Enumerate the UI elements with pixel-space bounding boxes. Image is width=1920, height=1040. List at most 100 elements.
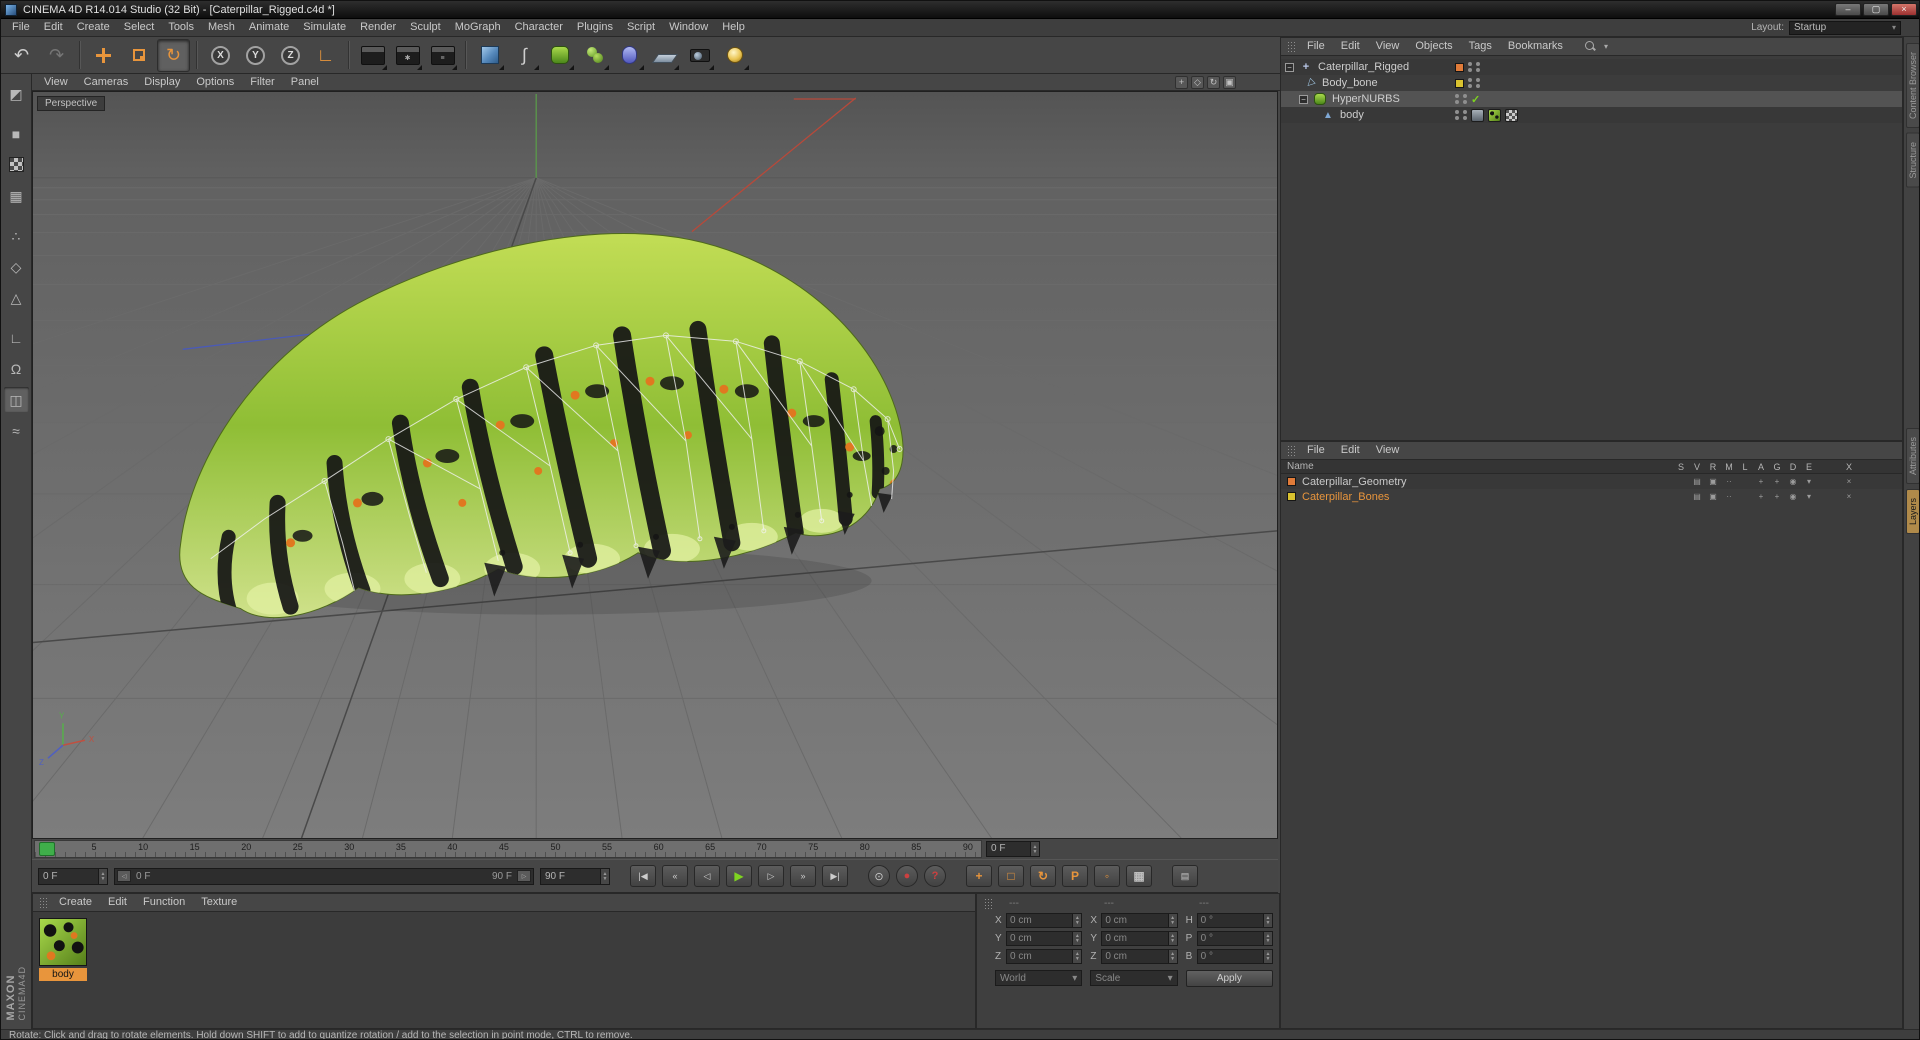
menu-item[interactable]: Tools — [161, 19, 201, 36]
record-scale-toggle[interactable]: □ — [998, 865, 1024, 887]
menu-item[interactable]: Select — [117, 19, 162, 36]
object-manager-menu-item[interactable]: Tags — [1461, 38, 1500, 55]
coordinate-stepper[interactable]: ▲ ▼ — [1263, 932, 1272, 945]
coordinate-stepper[interactable]: ▲ ▼ — [1167, 950, 1177, 963]
rotate-view-icon[interactable]: ↻ — [1207, 75, 1220, 89]
viewport-canvas[interactable]: Y X Z Perspective — [32, 91, 1278, 839]
menu-item[interactable]: Sculpt — [403, 19, 448, 36]
uvw-tag-icon[interactable] — [1505, 108, 1518, 122]
keyframe-selection-button[interactable]: ▦ — [1126, 865, 1152, 887]
menu-item[interactable]: Simulate — [296, 19, 353, 36]
menu-item[interactable]: Character — [508, 19, 570, 36]
lock-z-axis-button[interactable]: Z — [274, 39, 307, 72]
editor-visibility-dots[interactable] — [1455, 94, 1459, 104]
coordinate-input[interactable]: 0 cm ▲ ▼ — [1101, 949, 1178, 964]
layer-toggle-icon[interactable]: ▾ — [1801, 492, 1817, 501]
layer-manager-menu-item[interactable]: Edit — [1333, 442, 1368, 459]
autokey-button[interactable]: ● — [896, 865, 918, 887]
menu-item[interactable]: File — [5, 19, 37, 36]
object-manager-menu-item[interactable]: Objects — [1407, 38, 1460, 55]
menu-item[interactable]: Animate — [242, 19, 296, 36]
weight-tag-icon[interactable] — [1471, 108, 1484, 122]
render-view-button[interactable] — [356, 39, 389, 72]
panel-drag-handle[interactable] — [39, 897, 48, 908]
view-label[interactable]: Perspective — [37, 96, 106, 111]
render-queue-button[interactable]: ≡ — [426, 39, 459, 72]
menu-item[interactable]: Plugins — [570, 19, 620, 36]
record-keyframe-button[interactable]: ⊙ — [868, 865, 890, 887]
material-name-label[interactable]: body — [39, 968, 87, 981]
coordinate-stepper[interactable]: ▲ ▼ — [1072, 932, 1082, 945]
viewport-menu-item[interactable]: View — [36, 74, 76, 90]
current-frame-marker[interactable] — [39, 842, 55, 856]
zoom-view-icon[interactable]: ◇ — [1191, 75, 1204, 89]
layer-toggle-icon[interactable]: ▤ — [1689, 492, 1705, 501]
layout-dropdown[interactable]: Startup ▾ — [1789, 20, 1901, 35]
enabled-check-icon[interactable]: ✓ — [1471, 93, 1480, 106]
editor-visibility-dots[interactable] — [1468, 62, 1472, 72]
enable-snap-button[interactable]: Ω — [4, 356, 29, 381]
points-mode-button[interactable]: ∴ — [4, 223, 29, 248]
layer-toggle-icon[interactable]: + — [1769, 492, 1785, 501]
menu-item[interactable]: Window — [662, 19, 715, 36]
record-rotation-toggle[interactable]: ↻ — [1030, 865, 1056, 887]
add-cube-button[interactable] — [473, 39, 506, 72]
coordinate-stepper[interactable]: ▲ ▼ — [1072, 914, 1082, 927]
undo-button[interactable]: ↶ — [5, 39, 38, 72]
layer-toggle-icon[interactable]: ▤ — [1689, 477, 1705, 486]
viewport-menu-item[interactable]: Options — [188, 74, 242, 90]
render-visibility-dots[interactable] — [1463, 110, 1467, 120]
coordinate-input[interactable]: 0 cm ▲ ▼ — [1101, 931, 1178, 946]
add-camera-button[interactable] — [683, 39, 716, 72]
current-frame-field[interactable]: 0 F ▲ ▼ — [986, 841, 1040, 857]
material-menu-item[interactable]: Edit — [100, 894, 135, 911]
material-menu-item[interactable]: Function — [135, 894, 193, 911]
layer-row-caterpillar-bones[interactable]: Caterpillar_Bones ▤ ▣ ·· + + ◉ ▾ × — [1281, 489, 1902, 504]
add-light-button[interactable] — [718, 39, 751, 72]
model-mode-button[interactable]: ■ — [4, 121, 29, 146]
coordinate-input[interactable]: 0 ° ▲ ▼ — [1196, 931, 1273, 946]
layer-color-chip[interactable] — [1455, 62, 1464, 72]
viewport-menu-item[interactable]: Display — [136, 74, 188, 90]
coordinate-system-button[interactable]: ∟ — [309, 39, 342, 72]
scale-tool-button[interactable] — [122, 39, 155, 72]
object-row-caterpillar-rigged[interactable]: − + Caterpillar_Rigged — [1281, 59, 1902, 75]
coordinate-stepper[interactable]: ▲ ▼ — [1072, 950, 1082, 963]
end-frame-field[interactable]: 90 F ▲ ▼ — [540, 867, 610, 885]
material-thumbnail-body[interactable] — [39, 918, 87, 966]
search-icon[interactable] — [1584, 41, 1596, 52]
object-row-body-bone[interactable]: ◁ Body_bone — [1281, 75, 1902, 91]
panel-drag-handle[interactable] — [1287, 41, 1296, 52]
redo-button[interactable]: ↷ — [40, 39, 73, 72]
object-manager-menu-item[interactable]: Bookmarks — [1500, 38, 1571, 55]
layer-row-caterpillar-geometry[interactable]: Caterpillar_Geometry ▤ ▣ ·· + + ◉ ▾ × — [1281, 474, 1902, 489]
toggle-view-icon[interactable]: ▣ — [1223, 75, 1236, 89]
layer-toggle-icon[interactable]: × — [1841, 492, 1857, 501]
layer-toggle-icon[interactable]: ▣ — [1705, 477, 1721, 486]
minimize-button[interactable]: – — [1835, 3, 1861, 16]
material-menu-item[interactable]: Create — [51, 894, 100, 911]
render-settings-button[interactable]: ✱ — [391, 39, 424, 72]
tab-content-browser[interactable]: Content Browser — [1905, 43, 1919, 129]
object-row-hypernurbs[interactable]: − HyperNURBS ✓ — [1281, 91, 1902, 107]
maximize-button[interactable]: ▢ — [1863, 3, 1889, 16]
pan-view-icon[interactable]: + — [1175, 75, 1188, 89]
end-frame-stepper[interactable]: ▲ ▼ — [600, 868, 609, 884]
coordinate-stepper[interactable]: ▲ ▼ — [1167, 914, 1177, 927]
coordinate-input[interactable]: 0 ° ▲ ▼ — [1196, 949, 1273, 964]
enable-axis-button[interactable]: ∟ — [4, 325, 29, 350]
menu-item[interactable]: Edit — [37, 19, 70, 36]
coordinate-stepper[interactable]: ▲ ▼ — [1263, 914, 1272, 927]
object-manager-menu-item[interactable]: View — [1368, 38, 1408, 55]
viewport-3d-view[interactable]: Y X Z — [33, 92, 1277, 838]
tab-attributes[interactable]: Attributes — [1905, 427, 1919, 484]
timeline-track[interactable]: 051015202530354045505560657075808590 — [34, 840, 982, 858]
snap-settings-button[interactable]: ◫ — [3, 387, 29, 412]
viewport-menu-item[interactable]: Cameras — [76, 74, 137, 90]
record-point-level-toggle[interactable]: ◦ — [1094, 865, 1120, 887]
record-parameter-toggle[interactable]: P — [1062, 865, 1088, 887]
next-frame-button[interactable]: ▷ — [758, 865, 784, 887]
object-row-body[interactable]: ▲ body — [1281, 107, 1902, 123]
coordinate-stepper[interactable]: ▲ ▼ — [1167, 932, 1177, 945]
object-manager-menu-item[interactable]: File — [1299, 38, 1333, 55]
